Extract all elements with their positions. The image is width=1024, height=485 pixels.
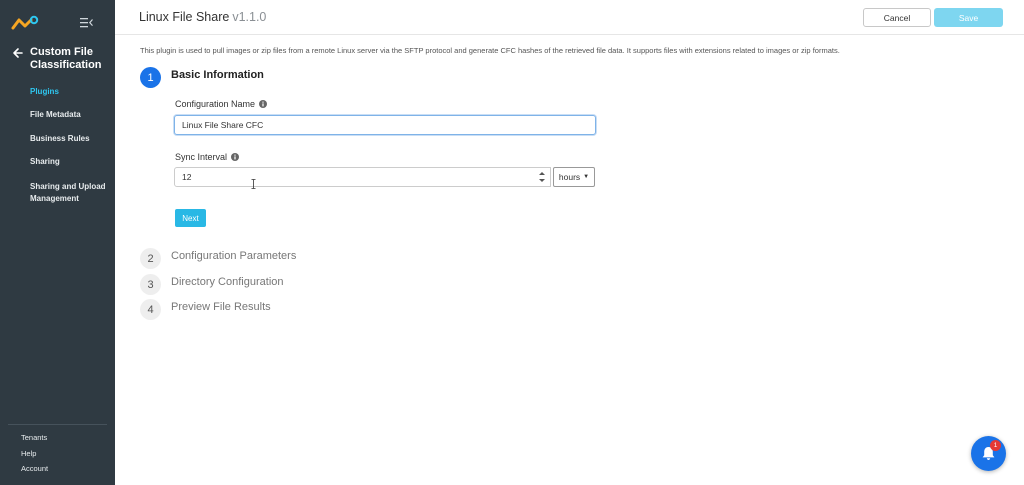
step-2-number: 2 — [140, 248, 161, 269]
step-2-label: Configuration Parameters — [171, 250, 297, 262]
step-3-label: Directory Configuration — [171, 276, 284, 288]
config-name-label: Configuration Name — [175, 99, 268, 109]
step-1-number: 1 — [140, 67, 161, 88]
step-4-number: 4 — [140, 299, 161, 320]
app-logo[interactable] — [11, 15, 39, 31]
help-link[interactable]: Help — [21, 449, 48, 465]
step-1-label: Basic Information — [171, 69, 264, 81]
sync-unit-value: hours — [558, 172, 581, 182]
plugin-description: This plugin is used to pull images or zi… — [140, 46, 840, 55]
sync-interval-label: Sync Interval — [175, 152, 240, 162]
sidebar-bottom-links: Tenants Help Account — [21, 433, 48, 480]
info-icon[interactable] — [231, 153, 240, 161]
config-name-input[interactable] — [174, 115, 596, 135]
sidebar-item-file-metadata[interactable]: File Metadata — [30, 110, 112, 134]
notifications-button[interactable]: 1 — [971, 436, 1006, 471]
sidebar-item-plugins[interactable]: Plugins — [30, 87, 112, 110]
next-button[interactable]: Next — [175, 209, 206, 227]
sidebar-item-business-rules[interactable]: Business Rules — [30, 134, 112, 158]
cancel-button[interactable]: Cancel — [863, 8, 931, 27]
sync-interval-input[interactable] — [174, 167, 551, 187]
step-4-label: Preview File Results — [171, 301, 271, 313]
config-name-label-text: Configuration Name — [175, 99, 256, 109]
text-cursor-icon — [251, 179, 256, 189]
page-title: Linux File Share v1.1.0 — [139, 10, 266, 24]
notification-count-badge: 1 — [990, 440, 1001, 451]
save-button[interactable]: Save — [934, 8, 1003, 27]
tenants-link[interactable]: Tenants — [21, 433, 48, 449]
plugin-version: v1.1.0 — [232, 10, 267, 24]
info-icon[interactable] — [259, 100, 268, 108]
sync-unit-select[interactable]: hours ▼ — [553, 167, 595, 187]
sidebar-nav: Plugins File Metadata Business Rules Sha… — [30, 87, 112, 206]
sidebar-divider — [8, 424, 107, 425]
step-3-number: 3 — [140, 274, 161, 295]
sidebar-item-sharing[interactable]: Sharing — [30, 157, 112, 181]
sidebar: Custom File Classification Plugins File … — [0, 0, 115, 485]
caret-down-icon: ▼ — [583, 174, 590, 180]
sync-interval-label-text: Sync Interval — [175, 152, 228, 162]
back-navigation[interactable]: Custom File Classification — [12, 46, 110, 72]
page-header: Linux File Share v1.1.0 Cancel Save — [115, 0, 1024, 35]
sidebar-section-title: Custom File Classification — [30, 46, 102, 71]
sidebar-item-sharing-upload-management[interactable]: Sharing and Upload Management — [30, 181, 112, 206]
back-arrow-icon[interactable] — [12, 47, 24, 59]
number-spinner-icon[interactable] — [537, 170, 547, 184]
plugin-name: Linux File Share — [139, 10, 230, 24]
collapse-sidebar-icon[interactable] — [80, 17, 93, 28]
account-link[interactable]: Account — [21, 464, 48, 480]
